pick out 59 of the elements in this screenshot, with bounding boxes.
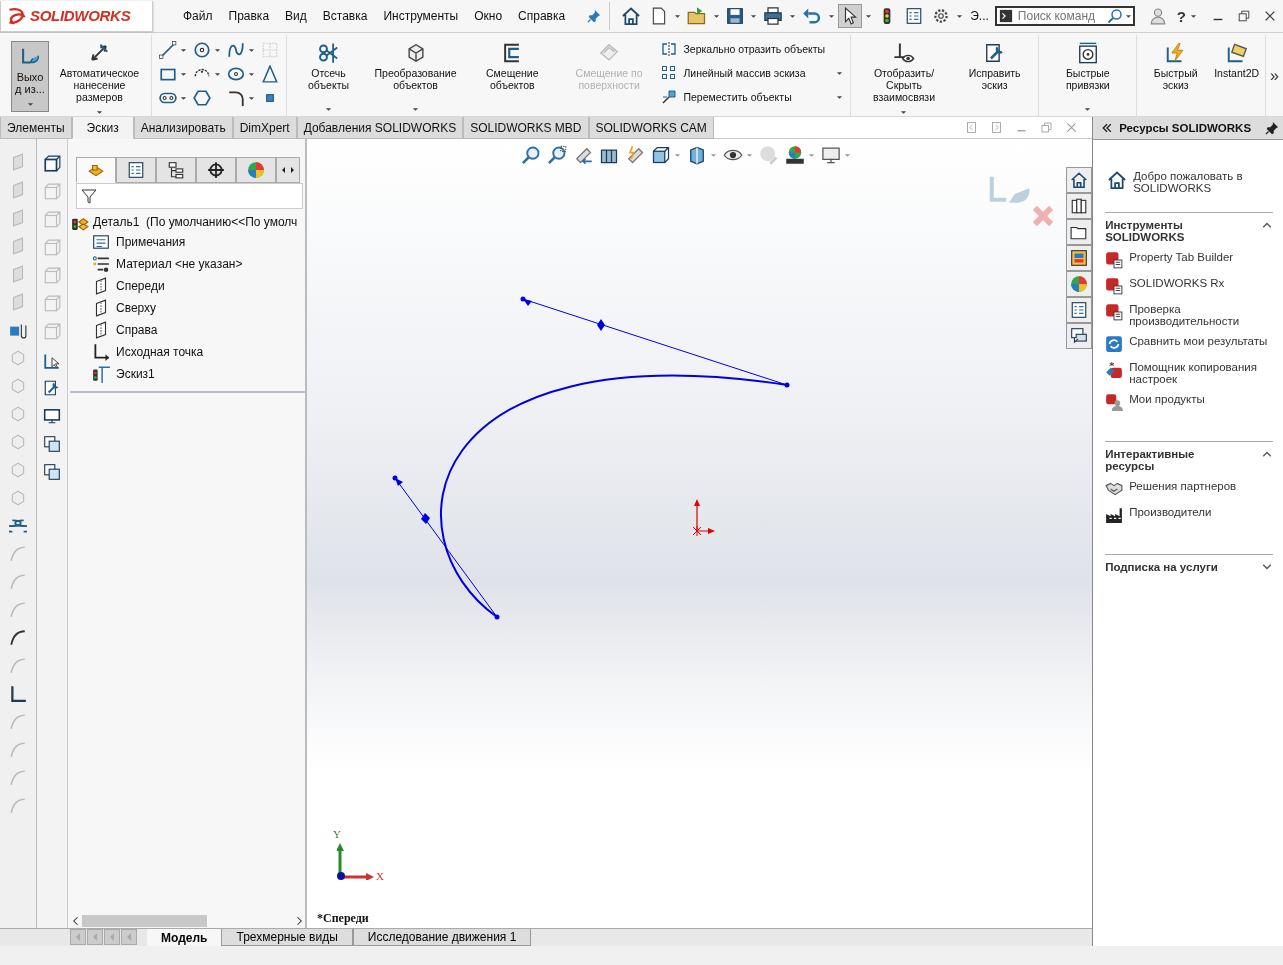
- axis-label: X: [376, 870, 384, 882]
- tree-item[interactable]: Эскиз1: [68, 363, 305, 385]
- command-tab[interactable]: Эскиз: [71, 117, 134, 139]
- tree-item[interactable]: Справа: [68, 319, 305, 341]
- command-tab[interactable]: SOLIDWORKS MBD: [463, 117, 589, 139]
- view-tab[interactable]: Исследование движения 1: [352, 929, 532, 946]
- help-button[interactable]: ?: [1176, 7, 1186, 25]
- welcome-link[interactable]: Добро пожаловать в SOLIDWORKS: [1133, 170, 1275, 194]
- menu-item[interactable]: Инструменты: [375, 9, 467, 23]
- tree-item[interactable]: Примечания: [68, 231, 305, 253]
- ribbon-button[interactable]: Instant2D: [1211, 35, 1263, 116]
- command-tab[interactable]: Добавления SOLIDWORKS: [296, 117, 464, 139]
- command-tab[interactable]: Анализировать: [133, 117, 233, 139]
- section-title: Подписка на услуги: [1105, 561, 1219, 573]
- resource-link[interactable]: Проверка производительности: [1129, 303, 1273, 327]
- tree-item[interactable]: Сверху: [68, 297, 305, 319]
- view-name: *Спереди: [317, 911, 369, 926]
- tree-item[interactable]: Исходная точка: [68, 341, 305, 363]
- ribbon-button[interactable]: Отсечь объекты: [289, 35, 368, 116]
- tree-root-item[interactable]: Деталь1 (По умолчанию<<По умолч: [68, 209, 305, 231]
- resource-link[interactable]: Сравнить мои результаты: [1129, 335, 1268, 347]
- command-tab[interactable]: SOLIDWORKS CAM: [588, 117, 714, 139]
- axis-label: Y: [333, 828, 341, 840]
- panel-title: Ресурсы SOLIDWORKS: [1119, 122, 1253, 134]
- ribbon-button[interactable]: Быстрые привязки: [1042, 35, 1134, 116]
- resource-link[interactable]: Решения партнеров: [1129, 480, 1237, 492]
- ribbon-button[interactable]: Быстрый эскиз: [1140, 35, 1212, 116]
- ribbon-button[interactable]: Отобразить/Скрыть взаимосвязи: [854, 35, 954, 116]
- more-button[interactable]: »: [1266, 66, 1283, 85]
- menu-item[interactable]: Окно: [466, 9, 511, 23]
- ribbon-button[interactable]: Исправить эскиз: [953, 35, 1036, 116]
- menu-item[interactable]: Справка: [510, 9, 574, 23]
- ribbon-button[interactable]: Автоматическое нанесение размеров: [51, 35, 148, 116]
- view-tab[interactable]: Модель: [147, 929, 222, 946]
- resource-link[interactable]: SOLIDWORKS Rx: [1129, 277, 1225, 289]
- command-tab[interactable]: DimXpert: [232, 117, 297, 139]
- menu-item[interactable]: Файл: [175, 9, 221, 23]
- resource-link[interactable]: Помощник копирования настроек: [1129, 361, 1273, 385]
- resource-link[interactable]: Производители: [1129, 506, 1212, 518]
- ribbon-list-button[interactable]: Линейный массив эскиза: [661, 65, 844, 81]
- resource-link[interactable]: Мои продукты: [1129, 393, 1205, 405]
- menu-item[interactable]: Вставка: [314, 9, 376, 23]
- section-title: Интерактивные ресурсы: [1105, 448, 1196, 472]
- ribbon-list-button[interactable]: Зеркально отразить объекты: [661, 41, 844, 57]
- app-logo: SOLIDWORKS: [0, 0, 153, 32]
- search-field[interactable]: Поиск команд: [994, 6, 1135, 26]
- ribbon-button[interactable]: Преобразование объектов: [367, 35, 464, 116]
- section-title: Инструменты SOLIDWORKS: [1105, 219, 1186, 243]
- tree-item[interactable]: Материал <не указан>: [68, 253, 305, 275]
- menu-item[interactable]: Вид: [277, 9, 315, 23]
- command-tab[interactable]: Элементы: [0, 117, 72, 139]
- menu-item[interactable]: Правка: [220, 9, 278, 23]
- exit-sketch-button[interactable]: Выход из...: [11, 41, 49, 112]
- toolbar-overflow[interactable]: Э...: [970, 9, 989, 23]
- resource-link[interactable]: Property Tab Builder: [1129, 251, 1234, 263]
- ribbon-list-button[interactable]: Переместить объекты: [661, 89, 844, 105]
- view-tab[interactable]: Трехмерные виды: [221, 929, 353, 946]
- ribbon-button[interactable]: Смещение объектов: [463, 35, 561, 116]
- tree-item[interactable]: Спереди: [68, 275, 305, 297]
